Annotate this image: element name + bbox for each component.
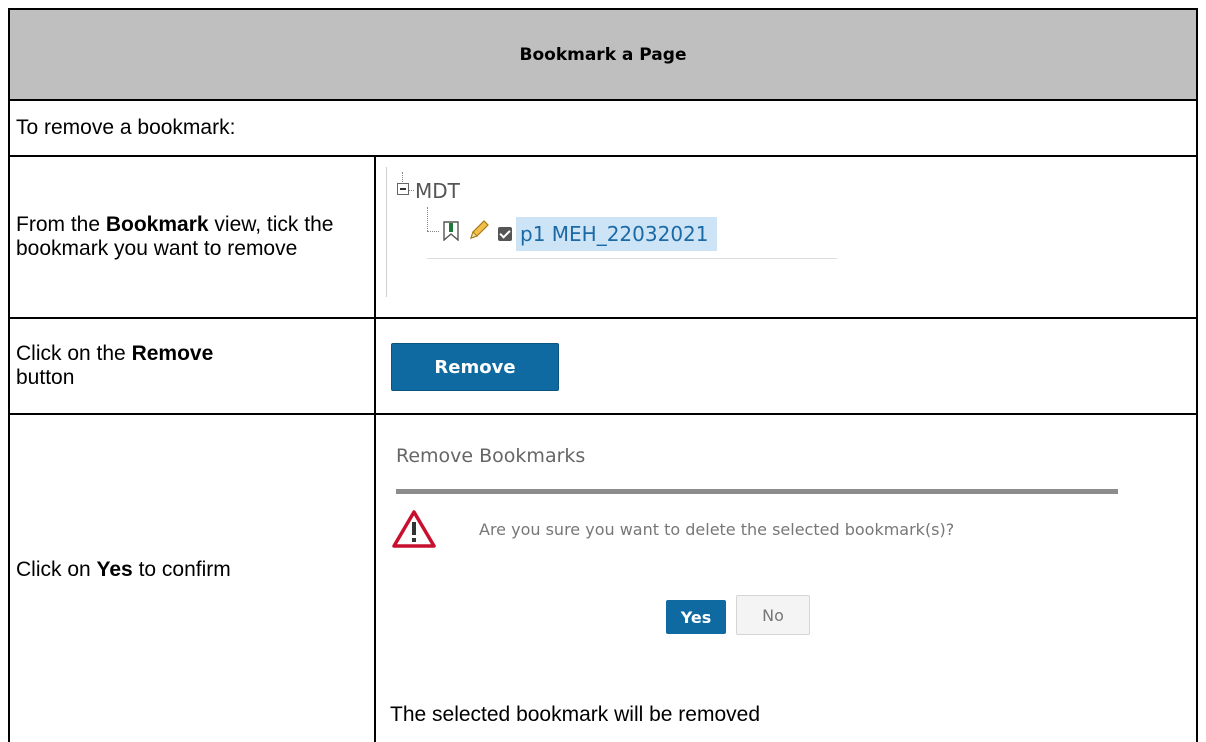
step-illustration: Remove Bookmarks Are you sure you want t… [376, 415, 1196, 742]
result-text: The selected bookmark will be removed [390, 703, 761, 726]
bold-term: Yes [96, 558, 133, 581]
page-title: Bookmark a Page [519, 44, 687, 65]
bold-term: Remove [131, 342, 214, 365]
step-row-tick: From the Bookmark view, tick the bookmar… [8, 157, 1198, 319]
expander-icon[interactable] [397, 183, 409, 195]
step-illustration: Remove [376, 319, 1196, 413]
bookmark-item-label[interactable]: p1 MEH_22032021 [516, 217, 717, 251]
tree-root-label[interactable]: MDT [415, 179, 460, 203]
dialog-message: Are you sure you want to delete the sele… [479, 520, 955, 539]
dialog-divider [396, 489, 1118, 494]
step-row-remove: Click on the Remove button Remove [8, 319, 1198, 415]
bold-term: Bookmark [105, 213, 209, 236]
step-instruction: Click on Yes to confirm [16, 558, 231, 581]
step-instruction: Click on the Remove button [16, 342, 214, 389]
checkbox-icon[interactable] [498, 227, 512, 241]
yes-button[interactable]: Yes [666, 600, 726, 634]
remove-button[interactable]: Remove [391, 343, 559, 391]
no-button[interactable]: No [736, 595, 810, 635]
step-instruction: From the Bookmark view, tick the bookmar… [16, 213, 334, 260]
bookmark-tree: MDT p1 MEH_22032021 [386, 167, 837, 297]
intro-text: To remove a bookmark: [16, 116, 236, 139]
dialog-title: Remove Bookmarks [396, 445, 586, 467]
pencil-icon[interactable] [467, 218, 491, 242]
step-illustration: MDT p1 MEH_22032021 [376, 157, 1196, 317]
intro-row: To remove a bookmark: [8, 101, 1198, 157]
warning-icon [392, 510, 436, 548]
bookmark-icon [443, 221, 459, 241]
table-header: Bookmark a Page [8, 8, 1198, 101]
step-row-confirm: Click on Yes to confirm Remove Bookmarks… [8, 415, 1198, 742]
instruction-table: Bookmark a Page To remove a bookmark: Fr… [8, 8, 1198, 742]
